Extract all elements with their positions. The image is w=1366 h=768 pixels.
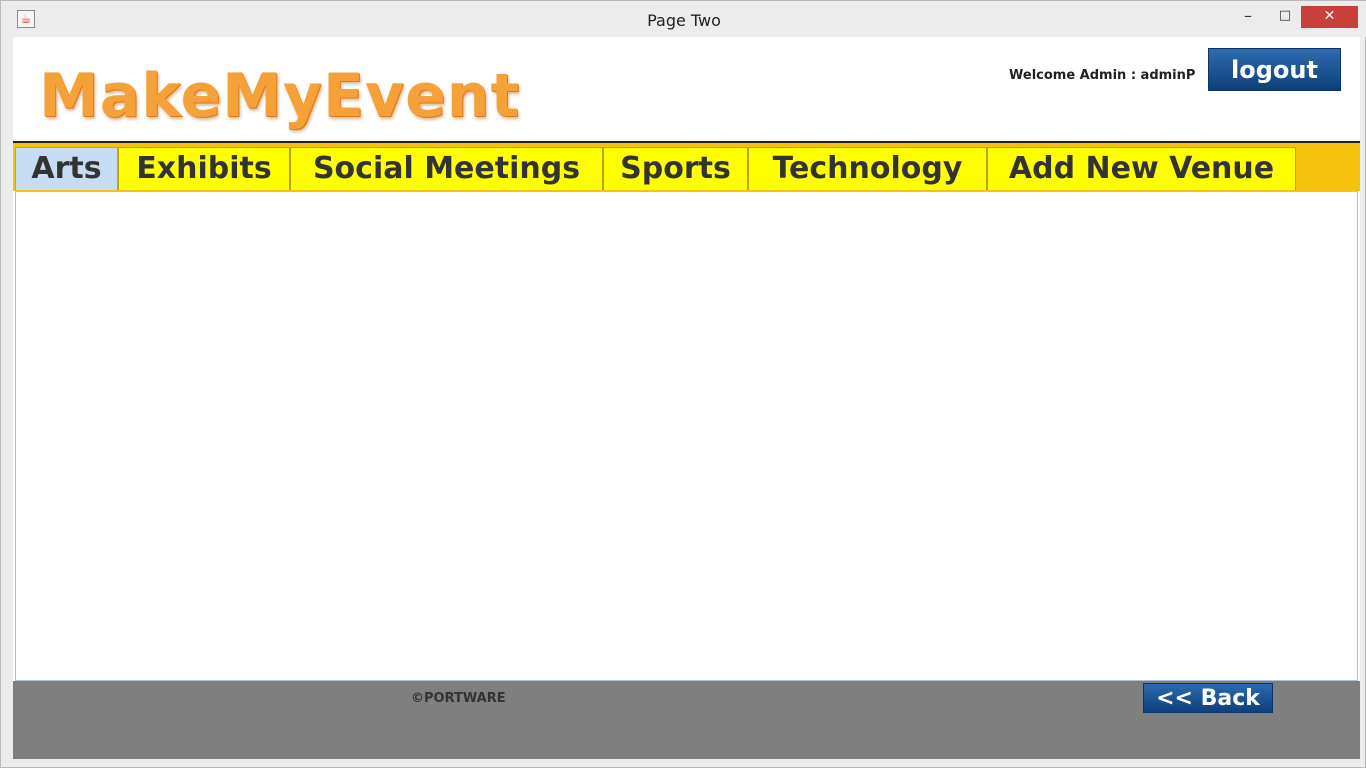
application-window: ☕ Page Two – □ ✕ MakeMyEvent Welcome Adm… [0,0,1366,768]
title-bar[interactable]: ☕ Page Two – □ ✕ [1,1,1366,37]
tab-add-new-venue[interactable]: Add New Venue [987,147,1296,190]
app-header: MakeMyEvent Welcome Admin : adminP logou… [13,37,1360,143]
tab-social-meetings[interactable]: Social Meetings [290,147,603,190]
category-tab-bar: Arts Exhibits Social Meetings Sports Tec… [13,143,1360,191]
tab-content-panel [15,191,1358,681]
tab-arts[interactable]: Arts [15,147,118,190]
tab-sports[interactable]: Sports [603,147,748,190]
tab-technology[interactable]: Technology [748,147,987,190]
window-title: Page Two [647,11,721,30]
back-button[interactable]: << Back [1143,683,1273,713]
tab-exhibits[interactable]: Exhibits [118,147,290,190]
welcome-text: Welcome Admin : adminP [1009,68,1196,83]
logout-button[interactable]: logout [1208,48,1341,91]
footer: ©PORTWARE << Back [13,681,1360,759]
close-button[interactable]: ✕ [1301,6,1358,28]
app-logo: MakeMyEvent [39,61,521,131]
content-area: MakeMyEvent Welcome Admin : adminP logou… [13,37,1360,759]
maximize-button[interactable]: □ [1271,6,1299,28]
copyright-text: ©PORTWARE [411,691,506,706]
minimize-button[interactable]: – [1234,6,1262,28]
